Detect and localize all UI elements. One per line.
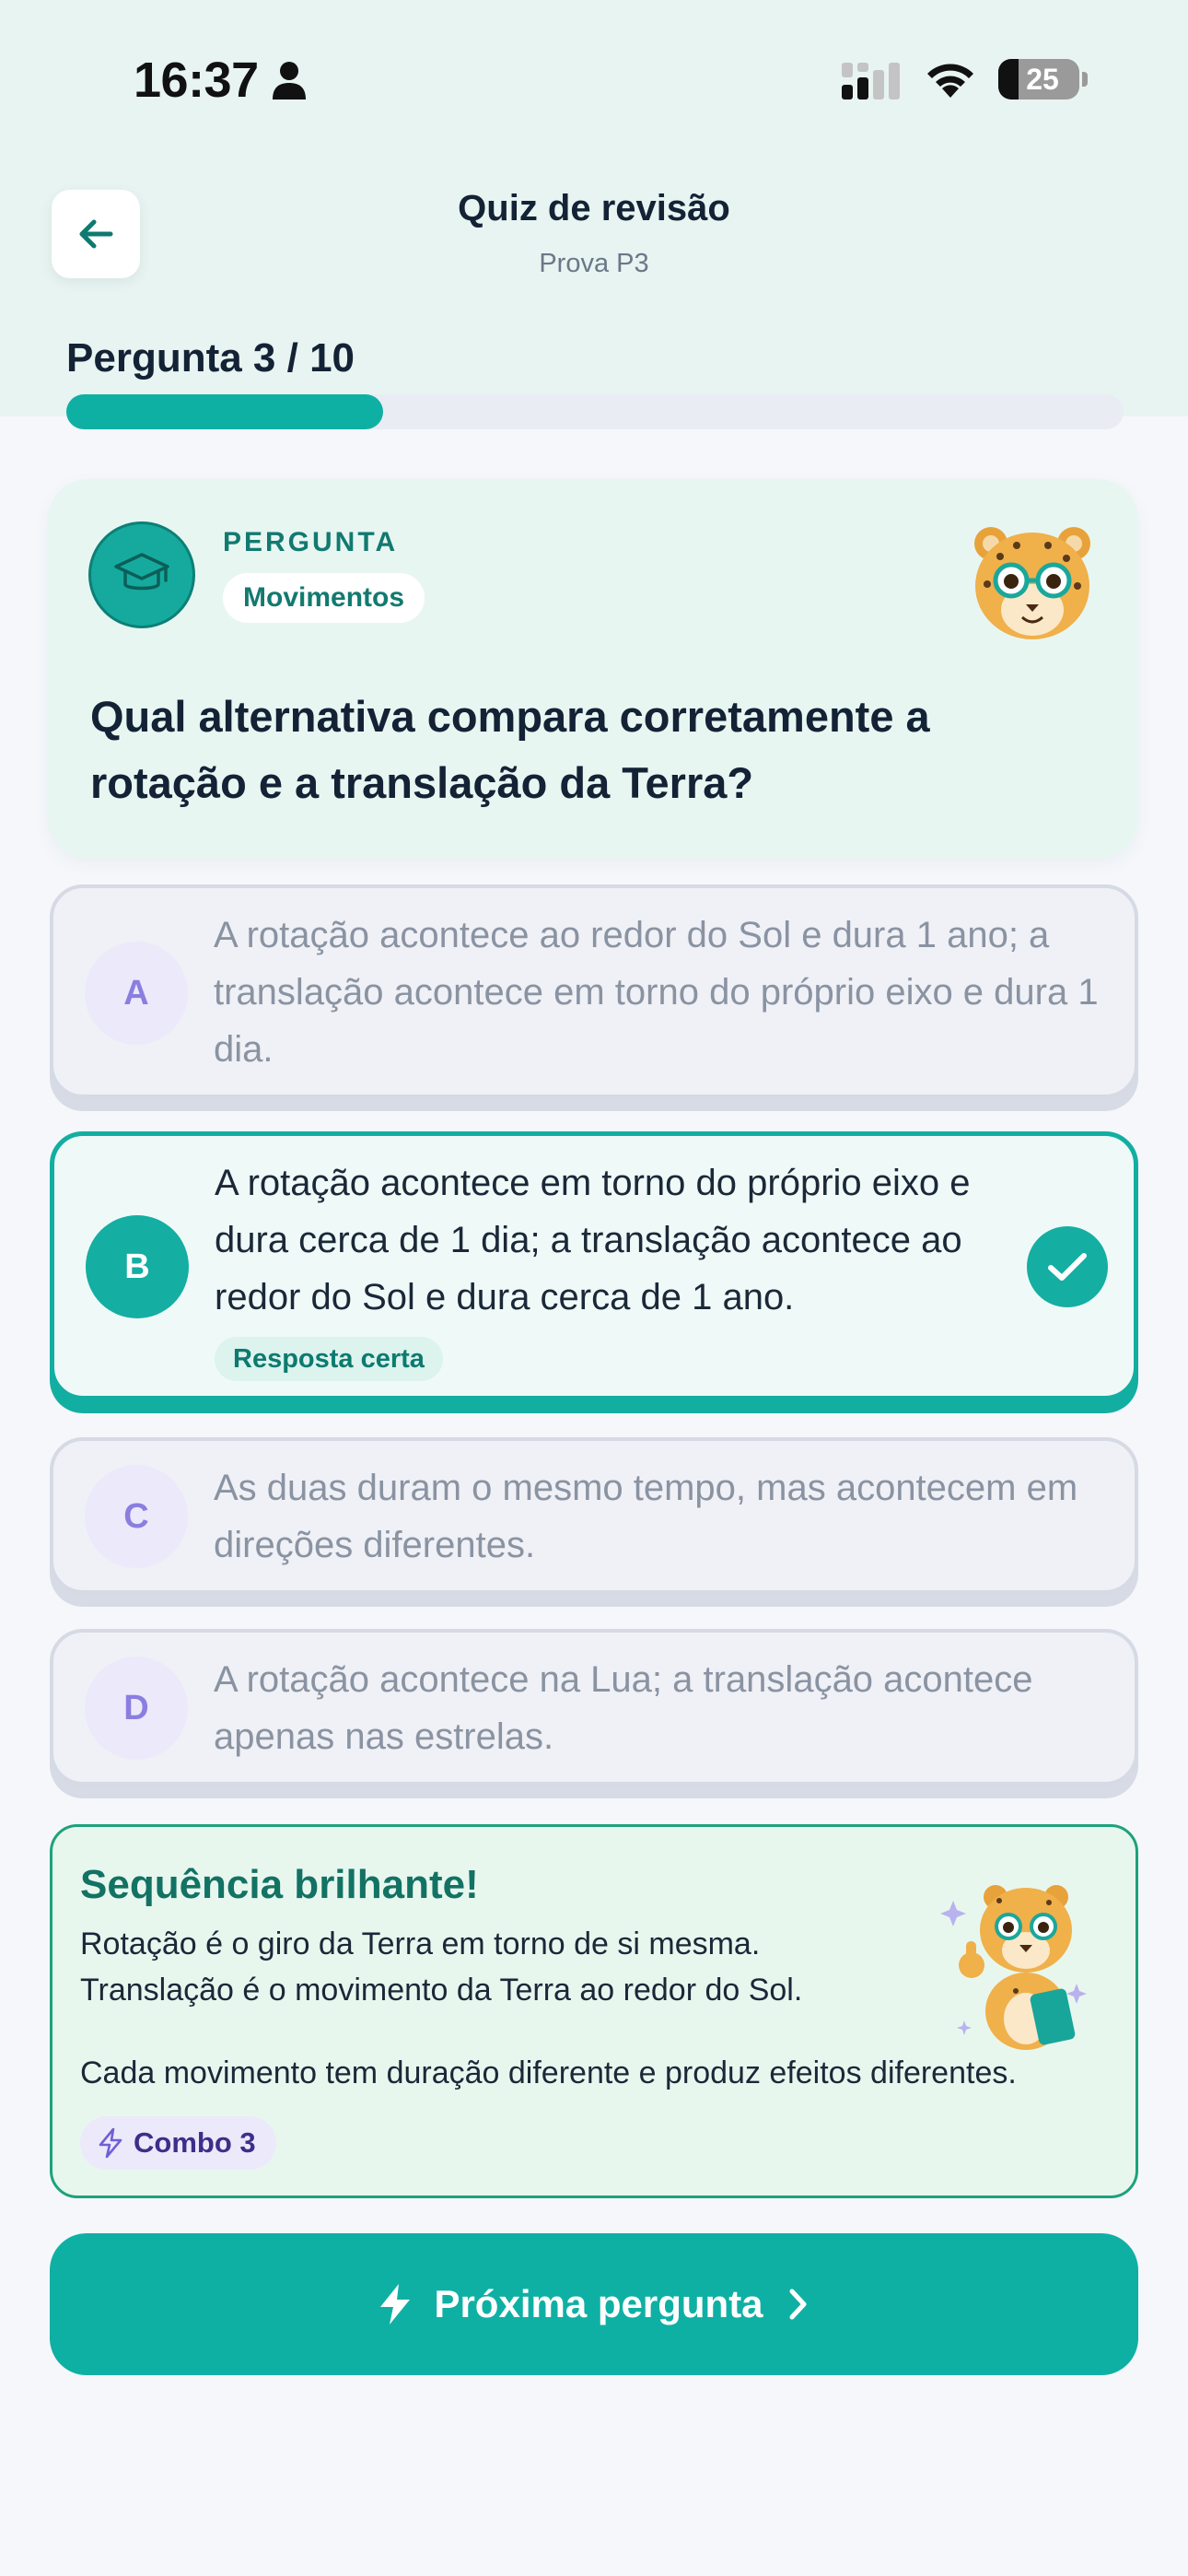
combo-badge: Combo 3 <box>80 2116 276 2170</box>
cellular-signal-icon <box>842 63 900 100</box>
lightning-icon <box>380 2284 411 2324</box>
option-text: As duas duram o mesmo tempo, mas acontec… <box>214 1468 1078 1565</box>
cheetah-mascot-icon <box>974 527 1090 639</box>
option-a[interactable]: A A rotação acontece ao redor do Sol e d… <box>50 884 1138 1098</box>
battery-percent: 25 <box>1026 63 1059 96</box>
feedback-title: Sequência brilhante! <box>80 1862 479 1907</box>
progress-fill <box>66 394 384 429</box>
feedback-card: Sequência brilhante! Rotação é o giro da… <box>50 1824 1138 2198</box>
feedback-line-2: Translação é o movimento da Terra ao red… <box>80 1973 803 2008</box>
question-text: Qual alternativa compara corretamente a … <box>90 692 930 807</box>
feedback-line-3: Cada movimento tem duração diferente e p… <box>80 2055 1017 2090</box>
option-b[interactable]: B A rotação acontece em torno do próprio… <box>50 1131 1138 1400</box>
option-c[interactable]: C As duas duram o mesmo tempo, mas acont… <box>50 1437 1138 1594</box>
feedback-line-1: Rotação é o giro da Terra em torno de si… <box>80 1926 761 1961</box>
status-time: 16:37 <box>134 53 259 108</box>
combo-label: Combo 3 <box>134 2126 256 2159</box>
progress-bar <box>66 394 1124 429</box>
option-letter: B <box>86 1215 189 1318</box>
topic-badge: Movimentos <box>223 573 425 623</box>
checkmark-icon <box>1027 1226 1108 1307</box>
option-letter: D <box>85 1657 188 1760</box>
person-icon <box>273 62 306 100</box>
option-letter: A <box>85 942 188 1045</box>
next-question-button[interactable]: Próxima pergunta <box>50 2233 1138 2375</box>
wifi-icon <box>927 64 973 98</box>
next-question-label: Próxima pergunta <box>434 2282 763 2325</box>
option-text: A rotação acontece em torno do próprio e… <box>215 1163 971 1317</box>
lightning-icon <box>99 2127 122 2159</box>
progress-label: Pergunta 3 / 10 <box>66 335 355 381</box>
graduation-cap-icon <box>88 521 195 628</box>
question-card: PERGUNTA Movimentos Qual alternativa com… <box>48 479 1138 859</box>
option-d[interactable]: D A rotação acontece na Lua; a translaçã… <box>50 1629 1138 1786</box>
page-title: Quiz de revisão <box>458 188 730 228</box>
cheetah-thumbs-up-icon <box>940 1885 1087 2050</box>
correct-answer-badge: Resposta certa <box>215 1337 443 1381</box>
question-kicker: PERGUNTA <box>223 527 399 557</box>
option-text: A rotação acontece ao redor do Sol e dur… <box>214 915 1099 1070</box>
battery-icon: 25 <box>998 59 1079 100</box>
status-bar: 16:37 25 <box>0 0 1188 157</box>
chevron-right-icon <box>789 2289 807 2320</box>
option-text: A rotação acontece na Lua; a translação … <box>214 1659 1033 1757</box>
option-letter: C <box>85 1465 188 1568</box>
battery-tip <box>1082 72 1088 87</box>
page-subtitle: Prova P3 <box>539 249 649 278</box>
